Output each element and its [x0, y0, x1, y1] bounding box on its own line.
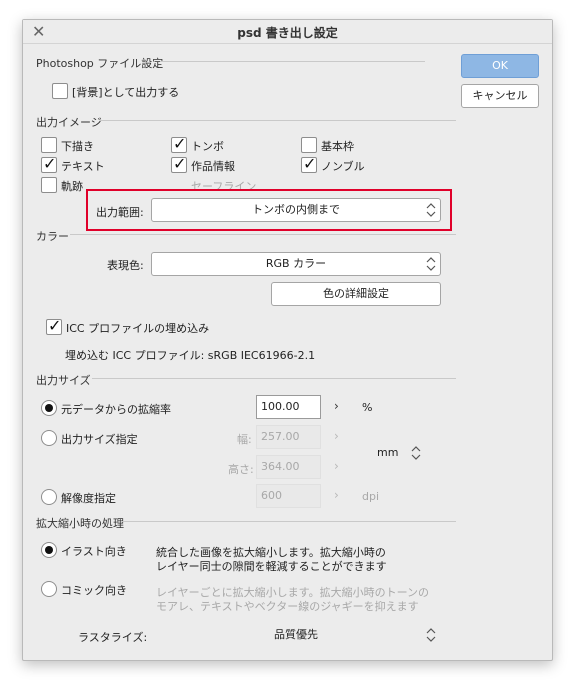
- resolution-radio[interactable]: [41, 489, 57, 505]
- chevron-right-icon: ›: [334, 488, 339, 502]
- resolution-label: 解像度指定: [61, 492, 116, 505]
- work-info-checkbox[interactable]: ✓: [171, 154, 187, 173]
- illust-description: レイヤー同士の隙間を軽減することができます: [156, 560, 387, 573]
- icc-embed-label: ICC プロファイルの埋め込み: [66, 322, 210, 335]
- icc-profile-text: 埋め込む ICC プロファイル: sRGB IEC61966-2.1: [65, 349, 316, 362]
- text-checkbox[interactable]: ✓: [41, 154, 57, 173]
- tombo-checkbox[interactable]: ✓: [171, 134, 187, 153]
- rasterize-label: ラスタライズ:: [78, 631, 148, 644]
- radio-dot: [45, 546, 53, 554]
- output-range-highlight: [86, 189, 452, 231]
- scaling-section-label: 拡大縮小時の処理: [36, 517, 124, 530]
- comic-description: モアレ、テキストやベクター線のジャギーを抑えます: [156, 600, 419, 613]
- tombo-label: トンボ: [191, 140, 224, 153]
- work-info-label: 作品情報: [191, 160, 235, 173]
- draft-checkbox[interactable]: [41, 137, 57, 153]
- scale-unit: %: [362, 401, 373, 414]
- check-icon: ✓: [303, 154, 317, 173]
- width-label: 幅:: [237, 433, 252, 446]
- size-radio[interactable]: [41, 430, 57, 446]
- rasterize-value: 品質優先: [274, 628, 318, 641]
- scale-label: 元データからの拡縮率: [61, 403, 171, 416]
- chevron-right-icon: ›: [334, 459, 339, 473]
- check-icon: ✓: [48, 316, 62, 335]
- divider: [92, 378, 456, 379]
- resolution-input[interactable]: 600: [256, 484, 321, 508]
- text-label: テキスト: [61, 160, 105, 173]
- width-input[interactable]: 257.00: [256, 425, 321, 449]
- scale-radio[interactable]: [41, 400, 57, 416]
- output-image-section-label: 出力イメージ: [36, 116, 102, 129]
- output-size-section-label: 出力サイズ: [36, 374, 91, 387]
- background-layer-checkbox[interactable]: [52, 83, 68, 99]
- color-mode-label: 表現色:: [107, 259, 144, 272]
- nombre-checkbox[interactable]: ✓: [301, 154, 317, 173]
- cancel-button[interactable]: キャンセル: [461, 84, 539, 108]
- size-unit-select[interactable]: mm: [362, 441, 426, 465]
- comic-radio[interactable]: [41, 581, 57, 597]
- photoshop-section-label: Photoshop ファイル設定: [36, 57, 164, 70]
- radio-dot: [45, 404, 53, 412]
- color-details-button[interactable]: 色の詳細設定: [271, 282, 441, 306]
- divider: [160, 61, 425, 62]
- height-label: 高さ:: [228, 463, 254, 476]
- trace-label: 軌跡: [61, 180, 83, 193]
- divider: [100, 120, 456, 121]
- size-unit-value: mm: [377, 446, 399, 459]
- background-layer-label: [背景]として出力する: [72, 86, 180, 99]
- chevron-right-icon: ›: [334, 429, 339, 443]
- title-bar: ✕ psd 書き出し設定: [23, 20, 552, 44]
- color-mode-select[interactable]: RGB カラー: [151, 252, 441, 276]
- illust-radio[interactable]: [41, 542, 57, 558]
- check-icon: ✓: [173, 134, 187, 153]
- scale-input[interactable]: 100.00: [256, 395, 321, 419]
- basic-frame-checkbox[interactable]: [301, 137, 317, 153]
- rasterize-select[interactable]: 品質優先: [151, 623, 441, 647]
- height-input[interactable]: 364.00: [256, 455, 321, 479]
- check-icon: ✓: [173, 154, 187, 173]
- divider: [70, 234, 456, 235]
- color-section-label: カラー: [36, 230, 69, 243]
- comic-label: コミック向き: [61, 584, 127, 597]
- updown-arrows-icon: [410, 442, 422, 464]
- basic-frame-label: 基本枠: [321, 140, 354, 153]
- draft-label: 下描き: [61, 140, 94, 153]
- check-icon: ✓: [43, 154, 57, 173]
- chevron-right-icon: ›: [334, 399, 339, 413]
- color-mode-value: RGB カラー: [265, 257, 327, 270]
- illust-label: イラスト向き: [61, 545, 127, 558]
- resolution-unit: dpi: [362, 490, 380, 503]
- ok-button[interactable]: OK: [461, 54, 539, 78]
- divider: [122, 521, 456, 522]
- trace-checkbox[interactable]: [41, 177, 57, 193]
- updown-arrows-icon: [425, 253, 437, 275]
- icc-embed-checkbox[interactable]: ✓: [46, 316, 62, 335]
- size-label: 出力サイズ指定: [61, 433, 138, 446]
- updown-arrows-icon: [425, 624, 437, 646]
- nombre-label: ノンブル: [321, 160, 365, 173]
- dialog-title: psd 書き出し設定: [237, 26, 338, 40]
